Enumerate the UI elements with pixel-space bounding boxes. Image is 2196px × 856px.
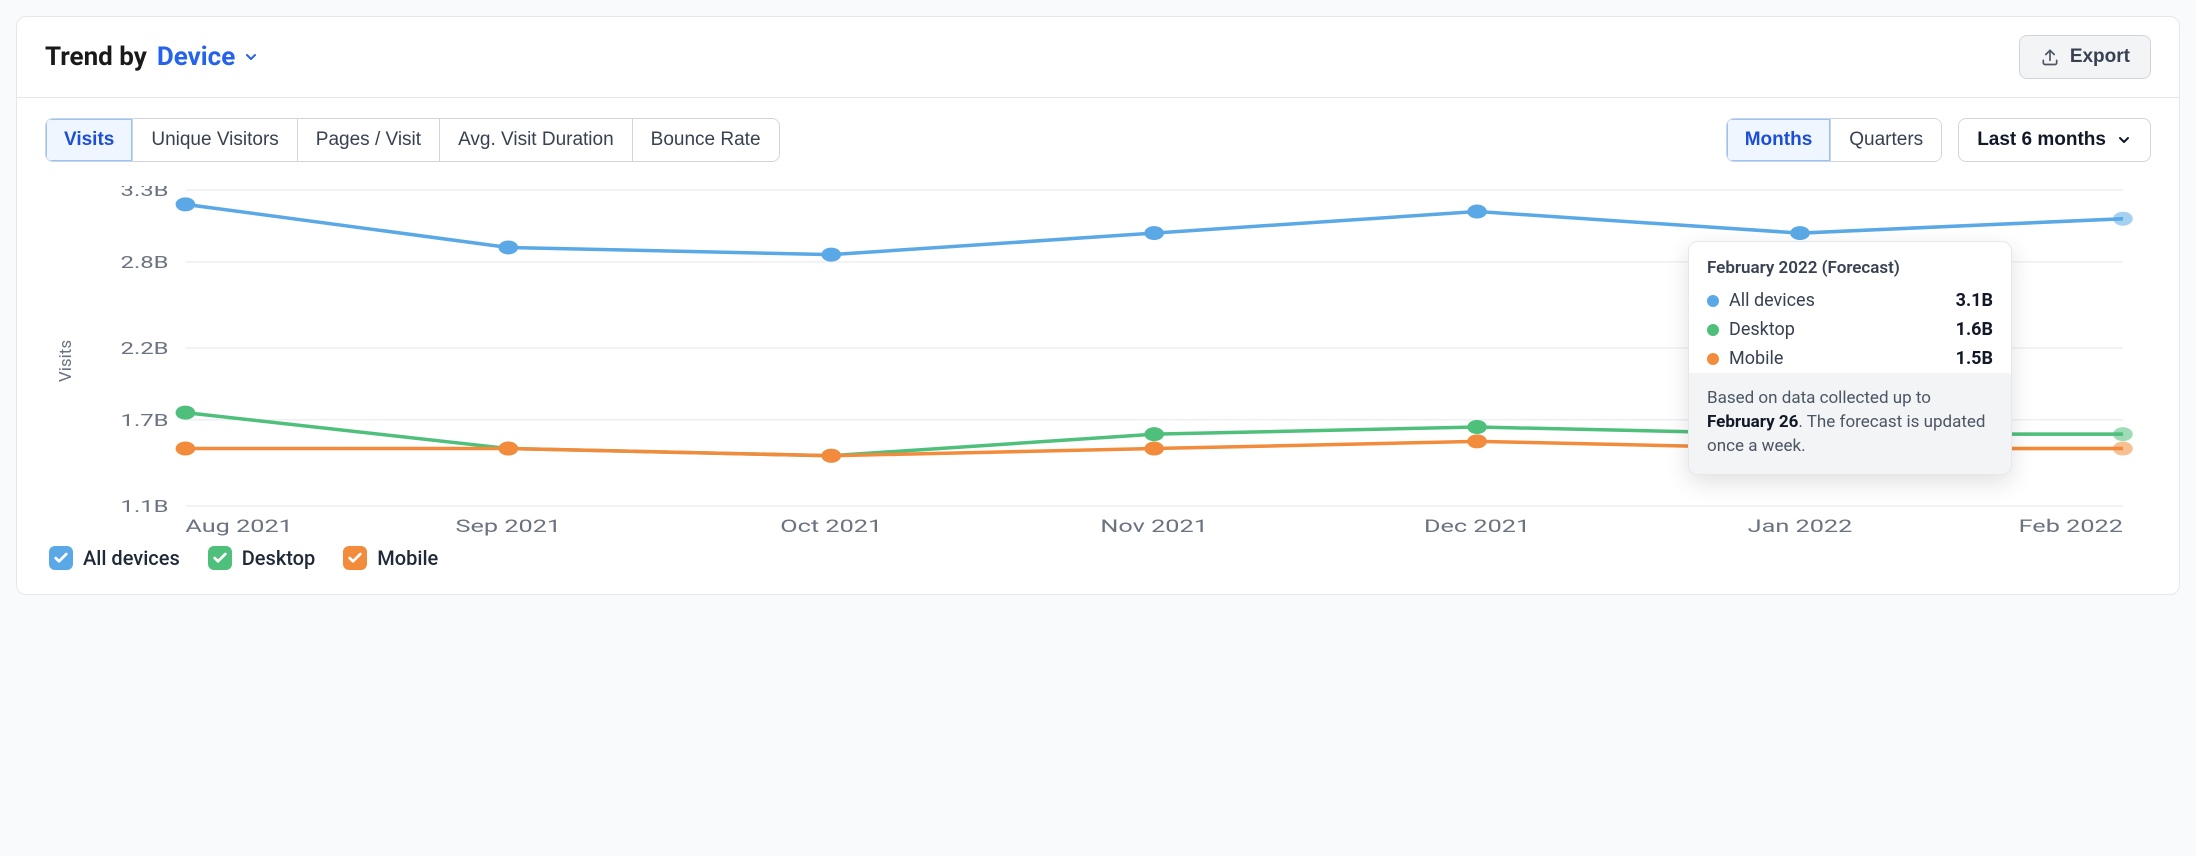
tooltip-title: February 2022 (Forecast) (1689, 242, 2011, 286)
legend-checkbox (49, 546, 73, 570)
legend-item[interactable]: All devices (49, 546, 180, 570)
svg-text:2.8B: 2.8B (121, 253, 169, 273)
granularity-tabs: MonthsQuarters (1726, 118, 1942, 162)
tooltip-row: Desktop1.6B (1689, 315, 2011, 344)
legend-label: All devices (83, 546, 180, 570)
card-header: Trend by Device Export (17, 17, 2179, 98)
legend-checkbox (343, 546, 367, 570)
legend-label: Mobile (377, 546, 438, 570)
date-range-label: Last 6 months (1977, 129, 2106, 151)
svg-text:Jan 2022: Jan 2022 (1748, 516, 1853, 536)
legend-item[interactable]: Desktop (208, 546, 316, 570)
tooltip-footer-pre: Based on data collected up to (1707, 388, 1931, 408)
card-body: VisitsUnique VisitorsPages / VisitAvg. V… (17, 98, 2179, 594)
svg-text:1.1B: 1.1B (121, 497, 169, 517)
tooltip-footer: Based on data collected up to February 2… (1689, 373, 2011, 474)
metric-tab-visits[interactable]: Visits (46, 119, 133, 161)
svg-text:Aug 2021: Aug 2021 (185, 516, 292, 536)
tooltip-row: Mobile1.5B (1689, 344, 2011, 373)
tooltip-row: All devices3.1B (1689, 286, 2011, 315)
right-controls: MonthsQuarters Last 6 months (1726, 118, 2151, 162)
svg-text:Oct 2021: Oct 2021 (780, 516, 882, 536)
svg-text:3.3B: 3.3B (121, 186, 169, 201)
legend-item[interactable]: Mobile (343, 546, 438, 570)
trend-card: Trend by Device Export VisitsUnique Visi… (16, 16, 2180, 595)
legend: All devices Desktop Mobile (45, 546, 2151, 570)
granularity-tab-months[interactable]: Months (1727, 119, 1832, 161)
title-dimension-dropdown[interactable]: Device (157, 42, 259, 72)
forecast-tooltip: February 2022 (Forecast) All devices3.1B… (1688, 241, 2012, 475)
metric-tabs: VisitsUnique VisitorsPages / VisitAvg. V… (45, 118, 780, 162)
metric-tab-bounce[interactable]: Bounce Rate (633, 119, 779, 161)
svg-text:Feb 2022: Feb 2022 (2019, 516, 2123, 536)
legend-label: Desktop (242, 546, 316, 570)
chart-area: Visits 1.1B 1.7B 2.2B 2.8B 3.3B Aug 2021 Sep 2… (45, 186, 2151, 536)
export-button[interactable]: Export (2019, 35, 2151, 79)
svg-text:Nov 2021: Nov 2021 (1100, 516, 1208, 536)
metric-tab-unique[interactable]: Unique Visitors (133, 119, 297, 161)
svg-text:Sep 2021: Sep 2021 (456, 516, 562, 536)
export-label: Export (2070, 46, 2130, 68)
card-title: Trend by Device (45, 42, 259, 72)
granularity-tab-quarters[interactable]: Quarters (1831, 119, 1941, 161)
svg-text:2.2B: 2.2B (121, 339, 169, 359)
metric-tab-ppv[interactable]: Pages / Visit (298, 119, 440, 161)
tooltip-rows: All devices3.1BDesktop1.6BMobile1.5B (1689, 286, 2011, 373)
metric-tab-avgdur[interactable]: Avg. Visit Duration (440, 119, 633, 161)
export-icon (2040, 47, 2060, 67)
chevron-down-icon (2116, 132, 2132, 148)
y-axis-label: Visits (56, 340, 76, 382)
date-range-dropdown[interactable]: Last 6 months (1958, 118, 2151, 162)
tooltip-footer-date: February 26 (1707, 412, 1798, 432)
legend-checkbox (208, 546, 232, 570)
controls-row: VisitsUnique VisitorsPages / VisitAvg. V… (45, 118, 2151, 162)
title-dimension-label: Device (157, 42, 235, 72)
svg-text:Dec 2021: Dec 2021 (1424, 516, 1530, 536)
chevron-down-icon (243, 49, 259, 65)
svg-text:1.7B: 1.7B (121, 411, 169, 431)
title-prefix: Trend by (45, 42, 147, 72)
